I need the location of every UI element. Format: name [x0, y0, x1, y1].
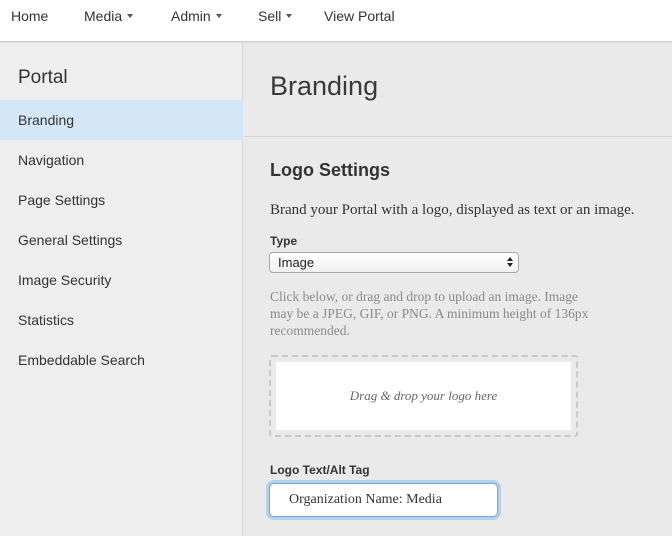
- sidebar-item-statistics[interactable]: Statistics: [0, 300, 243, 340]
- dropzone-area[interactable]: Drag & drop your logo here: [276, 362, 571, 430]
- logo-alt-label: Logo Text/Alt Tag: [270, 463, 370, 477]
- nav-media-label: Media: [84, 8, 123, 24]
- section-description: Brand your Portal with a logo, displayed…: [270, 202, 635, 218]
- caret-down-icon: [286, 14, 293, 19]
- upload-help-text: Click below, or drag and drop to upload …: [270, 289, 589, 338]
- nav-admin-label: Admin: [171, 8, 211, 24]
- sidebar-title: Portal: [18, 67, 68, 88]
- dropzone-text: Drag & drop your logo here: [349, 388, 498, 403]
- nav-media[interactable]: Media: [84, 8, 134, 24]
- nav-sell[interactable]: Sell: [258, 8, 293, 24]
- type-select[interactable]: Image: [269, 252, 519, 273]
- nav-view-portal-label: View Portal: [324, 8, 395, 24]
- nav-sell-label: Sell: [258, 8, 282, 24]
- header-divider: [244, 136, 672, 137]
- page-title: Branding: [270, 71, 379, 101]
- main-content: Branding Logo Settings Brand your Portal…: [244, 43, 672, 536]
- sidebar-item-branding[interactable]: Branding: [0, 100, 243, 140]
- logo-dropzone[interactable]: Drag & drop your logo here: [269, 355, 578, 437]
- sidebar-item-general-settings[interactable]: General Settings: [0, 220, 243, 260]
- section-title: Logo Settings: [270, 160, 390, 180]
- nav-view-portal[interactable]: View Portal: [324, 8, 395, 24]
- select-arrows-icon: [507, 256, 514, 269]
- type-select-value: Image: [278, 255, 315, 270]
- nav-home[interactable]: Home: [11, 8, 48, 24]
- sidebar: Portal Branding Navigation Page Settings…: [0, 43, 243, 536]
- nav-admin[interactable]: Admin: [171, 8, 222, 24]
- sidebar-item-image-security[interactable]: Image Security: [0, 260, 243, 300]
- top-navbar: Home Media Admin Sell View Portal: [0, 0, 672, 42]
- logo-alt-input[interactable]: [269, 483, 498, 517]
- sidebar-item-embeddable-search[interactable]: Embeddable Search: [0, 340, 243, 380]
- type-label: Type: [270, 234, 298, 248]
- nav-home-label: Home: [11, 8, 49, 24]
- caret-down-icon: [215, 14, 222, 19]
- caret-down-icon: [127, 14, 134, 19]
- sidebar-item-page-settings[interactable]: Page Settings: [0, 180, 243, 220]
- sidebar-item-navigation[interactable]: Navigation: [0, 140, 243, 180]
